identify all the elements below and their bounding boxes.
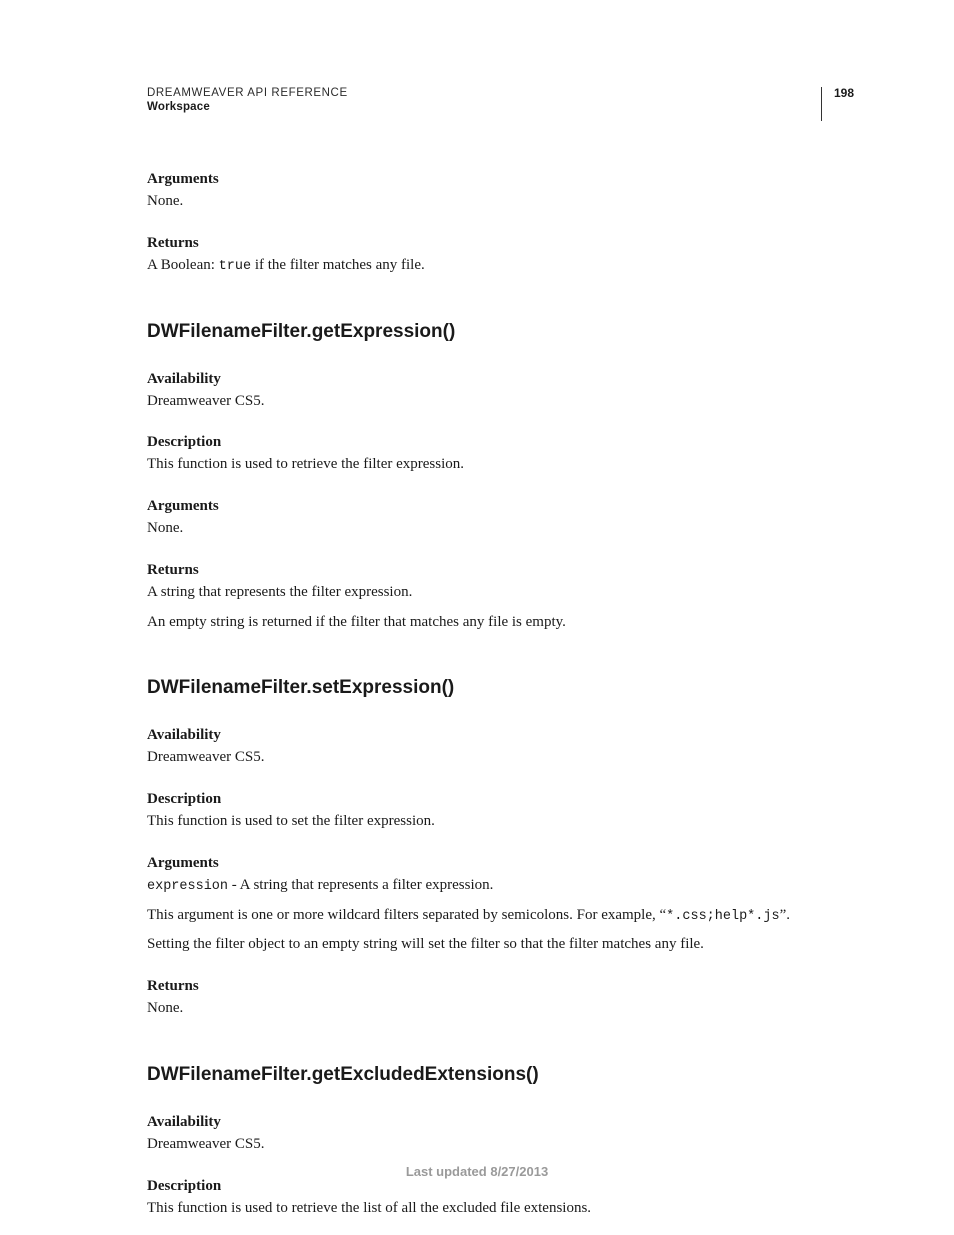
section-getexpression: DWFilenameFilter.getExpression() Availab… (147, 321, 854, 634)
arguments-line1: expression - A string that represents a … (147, 875, 854, 897)
block-description: Description This function is used to ret… (147, 434, 854, 476)
label-description: Description (147, 434, 854, 451)
body-availability: Dreamweaver CS5. (147, 1134, 854, 1156)
body-description: This function is used to set the filter … (147, 811, 854, 833)
returns-prefix: A Boolean: (147, 257, 219, 273)
label-returns: Returns (147, 562, 854, 579)
block-returns: Returns A Boolean: true if the filter ma… (147, 235, 854, 277)
body-arguments: None. (147, 191, 854, 213)
block-arguments: Arguments expression - A string that rep… (147, 855, 854, 956)
block-returns: Returns None. (147, 978, 854, 1020)
body-returns: None. (147, 998, 854, 1020)
section-setexpression: DWFilenameFilter.setExpression() Availab… (147, 677, 854, 1020)
label-returns: Returns (147, 235, 854, 252)
block-availability: Availability Dreamweaver CS5. (147, 1114, 854, 1156)
label-availability: Availability (147, 371, 854, 388)
body-description: This function is used to retrieve the li… (147, 1198, 854, 1220)
returns-suffix: if the filter matches any file. (251, 257, 425, 273)
arguments-line2-suffix: ”. (780, 907, 790, 923)
heading-getexpression: DWFilenameFilter.getExpression() (147, 321, 854, 343)
arguments-line2-prefix: This argument is one or more wildcard fi… (147, 907, 666, 923)
body-returns: A Boolean: true if the filter matches an… (147, 255, 854, 277)
block-description: Description This function is used to ret… (147, 1178, 854, 1220)
header-right: 198 (821, 87, 854, 121)
arguments-line2-code: *.css;help*.js (666, 909, 779, 924)
block-availability: Availability Dreamweaver CS5. (147, 371, 854, 413)
header-left: DREAMWEAVER API REFERENCE Workspace (147, 87, 821, 113)
arguments-line3: Setting the filter object to an empty st… (147, 934, 854, 956)
body-description: This function is used to retrieve the fi… (147, 454, 854, 476)
arguments-code: expression (147, 879, 228, 894)
section-getexcludedextensions: DWFilenameFilter.getExcludedExtensions()… (147, 1064, 854, 1220)
label-availability: Availability (147, 1114, 854, 1131)
body-arguments: None. (147, 518, 854, 540)
heading-setexpression: DWFilenameFilter.setExpression() (147, 677, 854, 699)
body-availability: Dreamweaver CS5. (147, 747, 854, 769)
label-availability: Availability (147, 727, 854, 744)
label-arguments: Arguments (147, 498, 854, 515)
returns-code: true (219, 259, 251, 274)
block-arguments: Arguments None. (147, 171, 854, 213)
arguments-suffix: - A string that represents a filter expr… (228, 877, 493, 893)
label-returns: Returns (147, 978, 854, 995)
arguments-line2: This argument is one or more wildcard fi… (147, 905, 854, 927)
returns-line1: A string that represents the filter expr… (147, 582, 854, 604)
page: DREAMWEAVER API REFERENCE Workspace 198 … (0, 0, 954, 1219)
body-availability: Dreamweaver CS5. (147, 391, 854, 413)
footer-last-updated: Last updated 8/27/2013 (0, 1164, 954, 1179)
page-number: 198 (834, 87, 854, 99)
block-returns: Returns A string that represents the fil… (147, 562, 854, 634)
returns-line2: An empty string is returned if the filte… (147, 612, 854, 634)
doc-section: Workspace (147, 101, 821, 113)
heading-getexcludedextensions: DWFilenameFilter.getExcludedExtensions() (147, 1064, 854, 1086)
label-description: Description (147, 791, 854, 808)
running-header: DREAMWEAVER API REFERENCE Workspace 198 (147, 87, 854, 121)
label-arguments: Arguments (147, 171, 854, 188)
label-arguments: Arguments (147, 855, 854, 872)
label-description: Description (147, 1178, 854, 1195)
block-description: Description This function is used to set… (147, 791, 854, 833)
section-top-fragment: Arguments None. Returns A Boolean: true … (147, 171, 854, 277)
block-arguments: Arguments None. (147, 498, 854, 540)
block-availability: Availability Dreamweaver CS5. (147, 727, 854, 769)
doc-title: DREAMWEAVER API REFERENCE (147, 87, 821, 99)
